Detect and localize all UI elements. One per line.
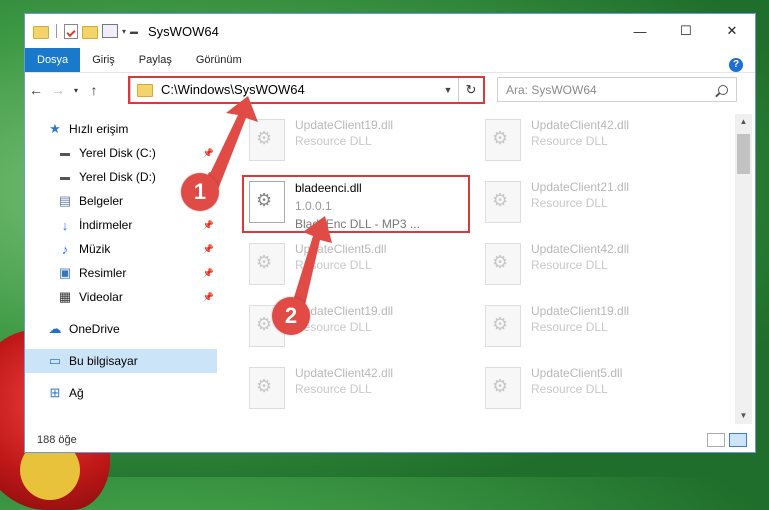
step-1-marker: 1 [181, 173, 219, 211]
annotation-arrows [205, 96, 332, 314]
step-2-marker: 2 [272, 297, 310, 335]
